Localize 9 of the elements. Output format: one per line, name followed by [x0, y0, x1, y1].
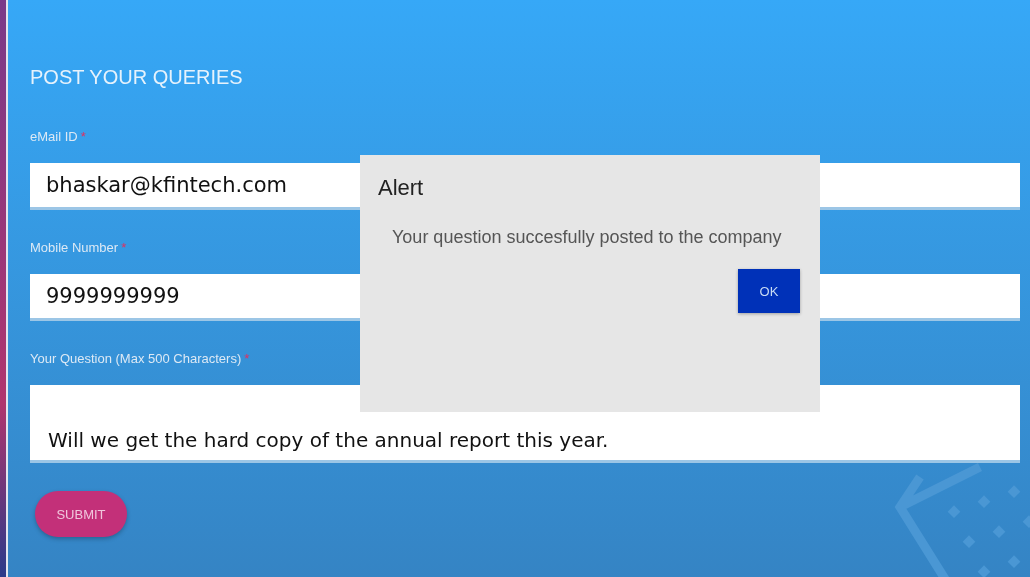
- required-mark: *: [121, 240, 127, 255]
- required-mark: *: [80, 129, 86, 144]
- required-mark: *: [244, 351, 250, 366]
- dialog-message: Your question succesfully posted to the company: [391, 226, 783, 249]
- field-label: Mobile Number: [30, 240, 119, 255]
- field-label: Your Question (Max 500 Characters): [30, 351, 242, 366]
- dialog-title: Alert: [378, 175, 425, 201]
- form-title: POST YOUR QUERIES: [30, 66, 243, 89]
- field-label: eMail ID: [30, 129, 78, 144]
